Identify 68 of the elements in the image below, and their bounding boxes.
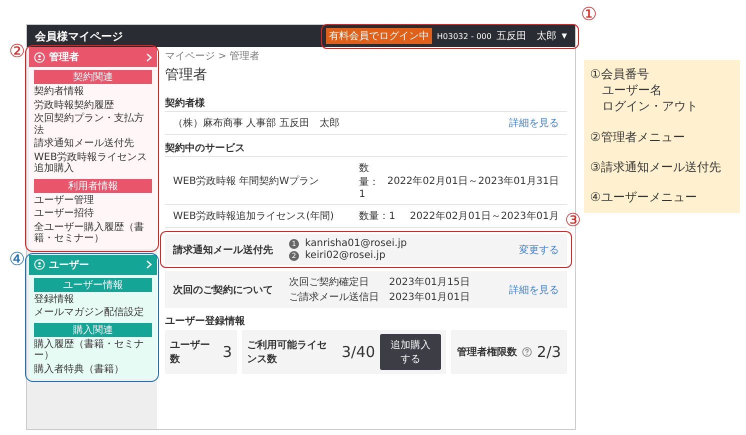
contract-period: 2022年02月01日～2023年01月31日	[387, 174, 559, 188]
date-value: 2023年01月15日	[389, 276, 471, 289]
menu-group-heading: 利用者情報	[34, 178, 152, 192]
help-icon	[522, 347, 532, 357]
stat-value: 3/40	[342, 343, 376, 361]
note-text: ①会員番号	[590, 66, 650, 82]
member-number: H03032 - 000	[436, 32, 492, 40]
section-heading: 契約者様	[165, 96, 206, 110]
site-title: 会員様マイページ	[35, 28, 123, 44]
card-label: 次回のご契約について	[173, 284, 274, 296]
login-status-badge: 有料会員でログイン中	[326, 28, 432, 44]
details-link[interactable]: 詳細を見る	[509, 282, 559, 296]
date-term: ご請求メール送信日	[289, 290, 380, 304]
section-heading: 契約中のサービス	[165, 142, 246, 155]
menu-title: 管理者	[49, 50, 80, 64]
change-link[interactable]: 変更する	[519, 242, 559, 256]
section-heading: ユーザー登録情報	[165, 314, 246, 328]
email-address: keiri02@rosei.jp	[305, 250, 386, 261]
callout-number: ④	[9, 250, 26, 268]
menu-item[interactable]: 請求通知メール送付先	[29, 137, 157, 150]
menu-item[interactable]: メールマガジン配信設定	[29, 306, 157, 320]
menu-title: ユーザー	[49, 258, 90, 272]
note-text: ④ユーザーメニュー	[590, 188, 698, 206]
user-name[interactable]: 五反田 太郎	[496, 29, 557, 43]
menu-header[interactable]: 管理者	[29, 47, 157, 67]
date-value: 2023年01月01日	[389, 291, 471, 304]
service-name: WEB労政時報 年間契約Wプラン	[173, 174, 320, 188]
callout-number: ①	[580, 6, 597, 24]
note-text: ②管理者メニュー	[590, 128, 686, 145]
menu-item[interactable]: WEB労政時報ライセンス追加購入	[29, 150, 157, 176]
stat-label: 管理者権限数	[456, 346, 517, 359]
chevron-icon	[146, 52, 152, 62]
callout-number: ③	[564, 212, 581, 230]
quantity: 数量：1	[359, 162, 380, 200]
menu-item[interactable]: ユーザー招待	[29, 207, 157, 220]
menu-item[interactable]: 次回契約プラン・支払方法	[29, 112, 157, 137]
callout-number: ②	[9, 43, 26, 61]
stat-value: 3	[222, 343, 232, 361]
breadcrumb: マイページ > 管理者	[165, 50, 261, 63]
menu-item[interactable]: 購入履歴（書籍・セミナー）	[29, 338, 157, 362]
menu-item[interactable]: 登録情報	[29, 292, 157, 306]
stat-value: 2/3	[536, 343, 562, 361]
contract-period: 2022年02月01日～2023年01月	[410, 210, 559, 223]
date-term: 次回ご契約確定日	[289, 276, 370, 289]
note-text: ログイン・アウト	[601, 98, 699, 115]
menu-item[interactable]: 購入者特典（書籍）	[29, 362, 157, 376]
note-text: ③請求通知メール送付先	[590, 158, 722, 175]
menu-item[interactable]: 全ユーザー購入履歴（書籍・セミナー）	[29, 220, 157, 246]
stat-label: ユーザー数	[170, 338, 211, 366]
menu-item[interactable]: ユーザー管理	[29, 194, 157, 207]
menu-group-heading: 契約関連	[34, 70, 152, 84]
person-icon	[34, 259, 45, 270]
menu-item[interactable]: 労政時報契約履歴	[29, 98, 157, 112]
card-label: 請求通知メール送付先	[173, 244, 274, 256]
chevron-icon	[146, 260, 152, 269]
menu-item[interactable]: 契約者情報	[29, 85, 157, 98]
stat-label: ご利用可能ライセンス数	[247, 338, 328, 366]
add-purchase-button[interactable]: 追加購入する	[380, 334, 441, 370]
menu-group-heading: ユーザー情報	[34, 278, 152, 292]
details-link[interactable]: 詳細を見る	[509, 116, 559, 130]
person-icon	[34, 52, 45, 62]
email-address: kanrisha01@rosei.jp	[305, 238, 407, 249]
contractor-name: （株）麻布商事 人事部 五反田 太郎	[173, 116, 340, 130]
menu-group-heading: 購入関連	[34, 322, 152, 336]
quantity: 数量：1	[359, 210, 396, 223]
page-title: 管理者	[165, 66, 208, 84]
note-text: ユーザー名	[601, 82, 663, 98]
service-name: WEB労政時報追加ライセンス(年間)	[173, 210, 335, 223]
